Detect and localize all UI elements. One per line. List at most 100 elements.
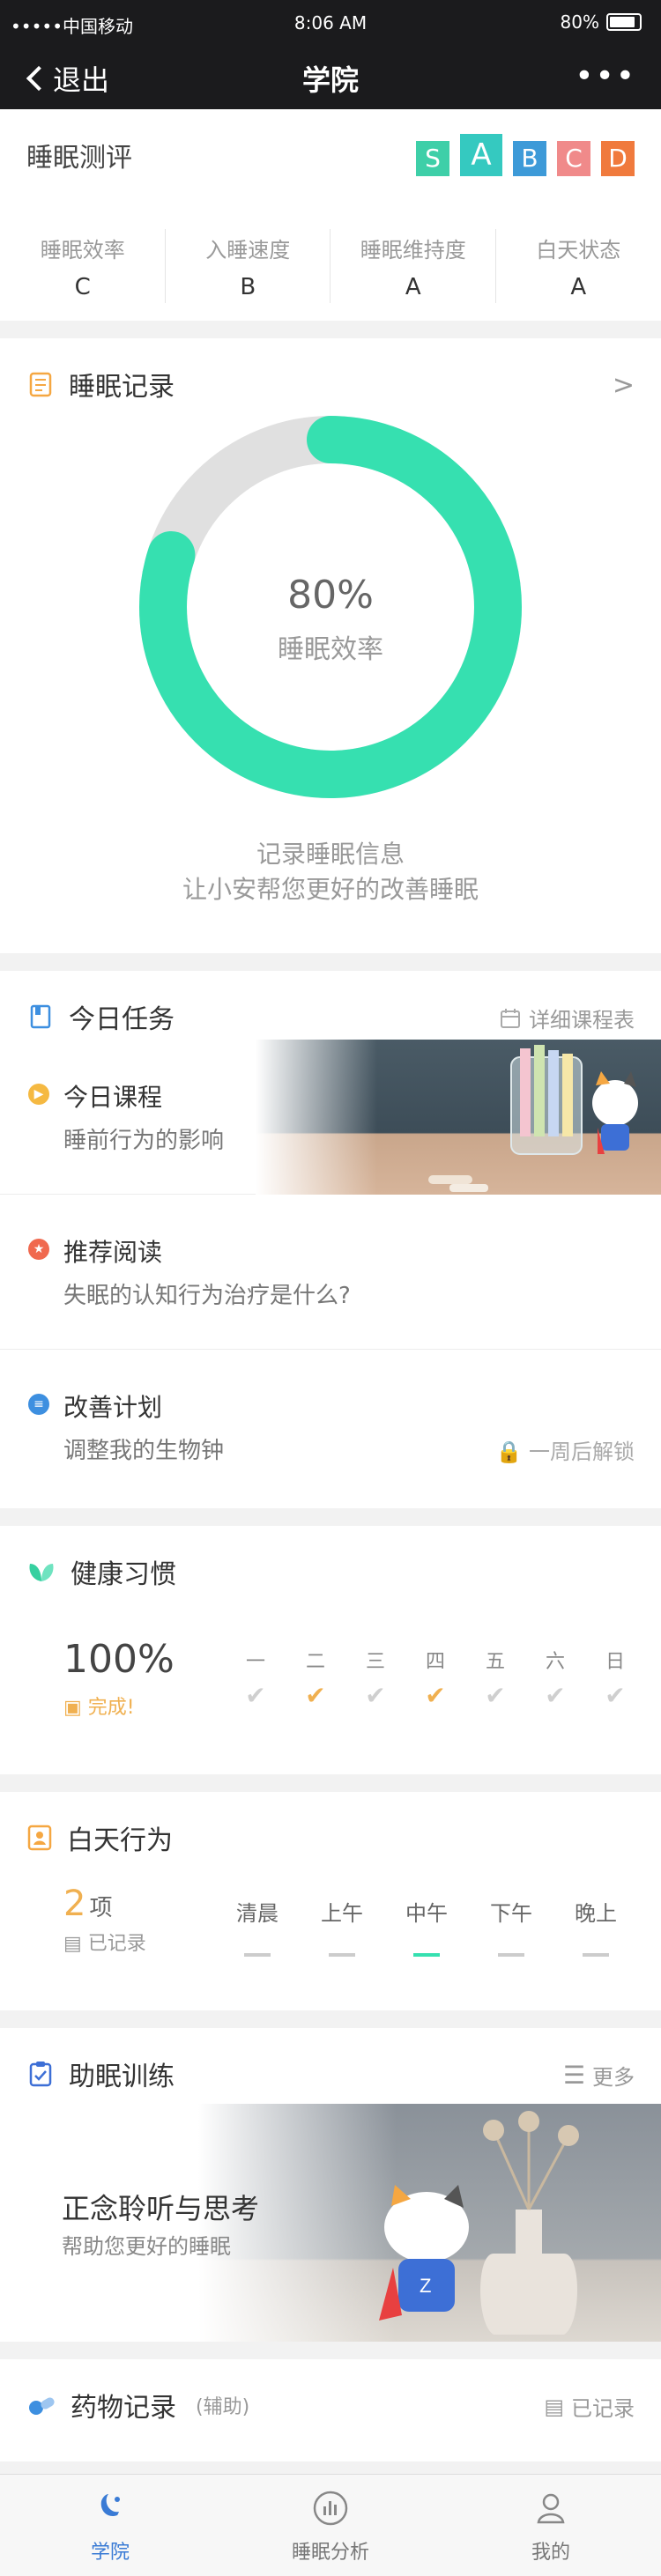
medication-title: 药物记录 (71, 2393, 176, 2424)
book-icon (30, 1004, 51, 1029)
page-title: 学院 (301, 63, 359, 97)
training-more-link[interactable]: ☰ 更多 (563, 2060, 635, 2091)
check-icon: ✔ (245, 1681, 266, 1710)
day-fri: 五 ✔ (465, 1646, 525, 1710)
metric-sleep-efficiency: 睡眠效率 C (0, 229, 166, 303)
day-label: 六 (545, 1651, 565, 1673)
period-noon: 中午 (384, 1896, 469, 1957)
star-icon: ★ (28, 1239, 49, 1260)
tab-academy[interactable]: 学院 (0, 2475, 220, 2576)
assessment-title: 睡眠测评 (26, 143, 132, 174)
course-schedule-link[interactable]: 详细课程表 (499, 1003, 635, 1033)
task-subtitle: 睡前行为的影响 (63, 1128, 225, 1154)
more-menu-button[interactable]: ••• (575, 61, 636, 93)
today-tasks-card: 今日任务 详细课程表 ▶ 今日课程 睡前行为的影响 ★ 推荐阅读 失眠的认知行为… (0, 971, 661, 1508)
training-more-label: 更多 (592, 2065, 635, 2090)
habits-title: 健康习惯 (71, 1559, 176, 1590)
metric-label: 白天状态 (536, 238, 621, 263)
habits-header: 健康习惯 (26, 1552, 176, 1591)
battery-indicator: 80% (561, 11, 642, 33)
metric-value: B (240, 274, 256, 300)
grade-badge-s: S (416, 141, 449, 176)
day-tue: 二 ✔ (286, 1646, 345, 1710)
assessment-metrics: 睡眠效率 C 入睡速度 B 睡眠维持度 A 白天状态 A (0, 229, 661, 303)
period-indicator (413, 1953, 440, 1957)
day-sat: 六 ✔ (525, 1646, 585, 1710)
task-item-today-course[interactable]: ▶ 今日课程 睡前行为的影响 (0, 1040, 661, 1195)
course-illustration (256, 1040, 661, 1195)
task-subtitle: 失眠的认知行为治疗是什么? (63, 1283, 351, 1309)
period-label: 下午 (490, 1901, 532, 1926)
training-header: 助眠训练 (26, 2054, 175, 2093)
analysis-icon (313, 2491, 348, 2526)
healthy-habits-card[interactable]: 健康习惯 100% ▣ 完成! 一 ✔ 二 ✔ 三 ✔ 四 ✔ 五 ✔ 六 ✔ 日 ✔ (0, 1526, 661, 1774)
task-subtitle: 调整我的生物钟 (63, 1438, 225, 1464)
notebook-icon (29, 372, 52, 397)
metric-sleep-maintenance: 睡眠维持度 A (330, 229, 496, 303)
tab-me[interactable]: 我的 (441, 2475, 661, 2576)
play-icon: ▶ (28, 1084, 49, 1105)
efficiency-percent: 80% (287, 573, 374, 618)
behavior-recorded-label: 已记录 (87, 1933, 146, 1955)
sleep-record-title: 睡眠记录 (69, 372, 175, 403)
metric-daytime-state: 白天状态 A (496, 229, 661, 303)
sleep-record-arrow[interactable]: > (613, 370, 635, 401)
metric-sleep-onset: 入睡速度 B (166, 229, 331, 303)
grade-badge-c: C (557, 141, 590, 176)
tab-label: 学院 (90, 2542, 130, 2564)
task-item-recommended-reading[interactable]: ★ 推荐阅读 失眠的认知行为治疗是什么? (0, 1195, 661, 1350)
sleep-record-header: 睡眠记录 (26, 365, 175, 403)
person-card-icon (27, 1825, 52, 1851)
medication-record-card[interactable]: 药物记录 (辅助) ▤ 已记录 (0, 2359, 661, 2461)
record-note-line1: 记录睡眠信息 (256, 840, 405, 869)
check-icon: ✔ (365, 1681, 386, 1710)
tab-sleep-analysis[interactable]: 睡眠分析 (220, 2475, 441, 2576)
day-wed: 三 ✔ (345, 1646, 405, 1710)
tab-label: 睡眠分析 (291, 2542, 369, 2564)
battery-icon (606, 13, 642, 31)
grade-badge-d: D (601, 141, 635, 176)
day-label: 日 (605, 1651, 625, 1673)
task-item-improvement-plan[interactable]: ≡ 改善计划 调整我的生物钟 🔒 一周后解锁 (0, 1350, 661, 1505)
metric-value: A (405, 274, 421, 300)
top-bar: •••••中国移动 8:06 AM 80% 退出 学院 ••• (0, 0, 661, 109)
metric-value: A (570, 274, 587, 300)
check-icon: ✔ (305, 1681, 326, 1710)
calendar-check-icon: ▣ (63, 1697, 82, 1719)
task-title: 改善计划 (63, 1393, 163, 1422)
sleep-assessment-card[interactable]: 睡眠测评 S A B C D 睡眠效率 C 入睡速度 B 睡眠维持度 A 白天状… (0, 109, 661, 321)
unlock-notice: 🔒 一周后解锁 (495, 1434, 635, 1465)
week-days: 一 ✔ 二 ✔ 三 ✔ 四 ✔ 五 ✔ 六 ✔ 日 ✔ (226, 1646, 645, 1710)
day-label: 一 (245, 1651, 265, 1673)
training-title: 助眠训练 (69, 2062, 175, 2092)
grade-badge-b: B (513, 141, 546, 176)
record-note-line2: 让小安帮您更好的改善睡眠 (182, 875, 479, 904)
daytime-behavior-card[interactable]: 白天行为 2项 ▤ 已记录 清晨 上午 中午 下午 晚上 (0, 1792, 661, 2010)
efficiency-label: 睡眠效率 (278, 634, 383, 665)
document-icon: ▤ (63, 1933, 82, 1955)
grade-badges: S A B C D (416, 134, 635, 176)
calendar-icon (501, 1008, 520, 1028)
sleep-record-card[interactable]: 睡眠记录 > 80% 睡眠效率 记录睡眠信息 让小安帮您更好的改善睡眠 (0, 338, 661, 953)
document-icon: ▤ (544, 2394, 564, 2419)
day-label: 五 (485, 1651, 505, 1673)
metric-label: 睡眠维持度 (360, 238, 466, 263)
check-icon: ✔ (425, 1681, 446, 1710)
tasks-title: 今日任务 (69, 1004, 175, 1035)
day-sun: 日 ✔ (585, 1646, 645, 1710)
sleep-training-card: 助眠训练 ☰ 更多 Z 正念聆听与思考 帮助您更好的睡眠 (0, 2028, 661, 2342)
unlock-label: 一周后解锁 (529, 1440, 635, 1464)
tab-label: 我的 (531, 2542, 570, 2564)
medication-header: 药物记录 (辅助) (26, 2386, 249, 2424)
behavior-count-value: 2 (63, 1884, 86, 1924)
day-label: 二 (305, 1651, 325, 1673)
check-icon: ✔ (545, 1681, 566, 1710)
leaf-icon (29, 1564, 54, 1581)
lock-icon: 🔒 (495, 1440, 523, 1464)
period-early-morning: 清晨 (215, 1896, 300, 1957)
nav-bar: 退出 学院 ••• (0, 48, 661, 109)
svg-text:Z: Z (420, 2275, 431, 2297)
period-indicator (244, 1953, 271, 1957)
user-icon (537, 2493, 565, 2524)
day-label: 四 (425, 1651, 445, 1673)
